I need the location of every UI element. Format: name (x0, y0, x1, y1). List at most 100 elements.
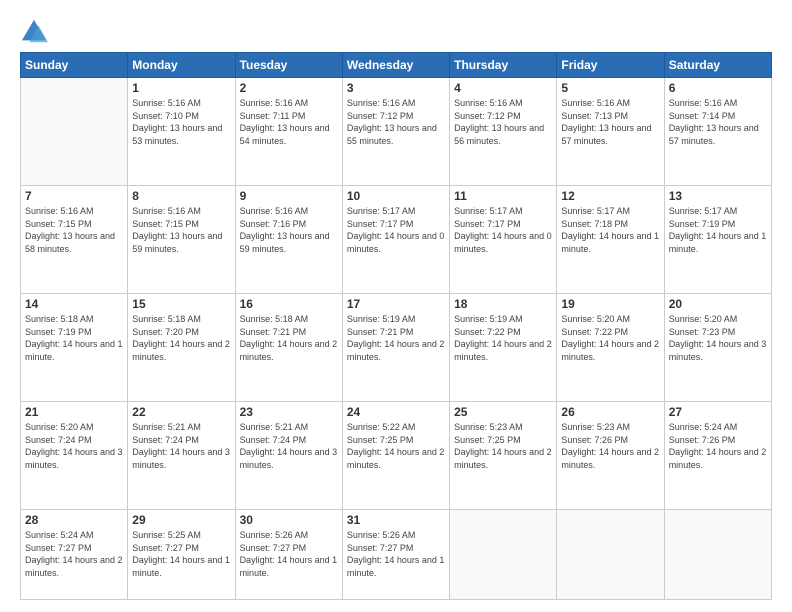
day-number: 21 (25, 405, 123, 419)
day-number: 28 (25, 513, 123, 527)
day-info: Sunrise: 5:16 AMSunset: 7:14 PMDaylight:… (669, 97, 767, 147)
calendar-cell: 24 Sunrise: 5:22 AMSunset: 7:25 PMDayligh… (342, 402, 449, 510)
calendar-cell: 16 Sunrise: 5:18 AMSunset: 7:21 PMDayligh… (235, 294, 342, 402)
day-number: 25 (454, 405, 552, 419)
day-info: Sunrise: 5:16 AMSunset: 7:12 PMDaylight:… (454, 97, 552, 147)
day-number: 16 (240, 297, 338, 311)
day-number: 6 (669, 81, 767, 95)
calendar-cell: 31Sunrise: 5:26 AMSunset: 7:27 PMDayligh… (342, 510, 449, 600)
calendar-cell: 11 Sunrise: 5:17 AMSunset: 7:17 PMDayligh… (450, 186, 557, 294)
calendar-cell: 17 Sunrise: 5:19 AMSunset: 7:21 PMDayligh… (342, 294, 449, 402)
weekday-header-saturday: Saturday (664, 53, 771, 78)
day-info: Sunrise: 5:24 AMSunset: 7:27 PMDaylight:… (25, 529, 123, 579)
day-number: 14 (25, 297, 123, 311)
calendar-cell: 12Sunrise: 5:17 AMSunset: 7:18 PMDayligh… (557, 186, 664, 294)
day-info: Sunrise: 5:19 AMSunset: 7:22 PMDaylight:… (454, 313, 552, 363)
day-number: 1 (132, 81, 230, 95)
day-number: 27 (669, 405, 767, 419)
week-row-3: 21 Sunrise: 5:20 AMSunset: 7:24 PMDayligh… (21, 402, 772, 510)
day-info: Sunrise: 5:16 AMSunset: 7:16 PMDaylight:… (240, 205, 338, 255)
calendar-cell: 30 Sunrise: 5:26 AMSunset: 7:27 PMDayligh… (235, 510, 342, 600)
day-info: Sunrise: 5:20 AMSunset: 7:24 PMDaylight:… (25, 421, 123, 471)
logo (20, 18, 52, 46)
day-number: 8 (132, 189, 230, 203)
day-info: Sunrise: 5:16 AMSunset: 7:15 PMDaylight:… (132, 205, 230, 255)
day-number: 24 (347, 405, 445, 419)
day-number: 30 (240, 513, 338, 527)
day-number: 2 (240, 81, 338, 95)
calendar-cell (450, 510, 557, 600)
day-info: Sunrise: 5:17 AMSunset: 7:19 PMDaylight:… (669, 205, 767, 255)
calendar-cell: 2Sunrise: 5:16 AMSunset: 7:11 PMDaylight… (235, 78, 342, 186)
day-info: Sunrise: 5:21 AMSunset: 7:24 PMDaylight:… (132, 421, 230, 471)
calendar-cell: 21 Sunrise: 5:20 AMSunset: 7:24 PMDayligh… (21, 402, 128, 510)
logo-icon (20, 18, 48, 46)
calendar-cell: 1 Sunrise: 5:16 AMSunset: 7:10 PMDaylight… (128, 78, 235, 186)
day-number: 19 (561, 297, 659, 311)
day-number: 17 (347, 297, 445, 311)
day-number: 20 (669, 297, 767, 311)
day-info: Sunrise: 5:16 AMSunset: 7:10 PMDaylight:… (132, 97, 230, 147)
calendar-cell: 9Sunrise: 5:16 AMSunset: 7:16 PMDaylight… (235, 186, 342, 294)
day-info: Sunrise: 5:19 AMSunset: 7:21 PMDaylight:… (347, 313, 445, 363)
day-number: 13 (669, 189, 767, 203)
calendar-cell: 26 Sunrise: 5:23 AMSunset: 7:26 PMDayligh… (557, 402, 664, 510)
calendar-cell: 6 Sunrise: 5:16 AMSunset: 7:14 PMDaylight… (664, 78, 771, 186)
day-info: Sunrise: 5:26 AMSunset: 7:27 PMDaylight:… (347, 529, 445, 579)
calendar-table: SundayMondayTuesdayWednesdayThursdayFrid… (20, 52, 772, 600)
calendar-cell: 3 Sunrise: 5:16 AMSunset: 7:12 PMDaylight… (342, 78, 449, 186)
day-info: Sunrise: 5:16 AMSunset: 7:12 PMDaylight:… (347, 97, 445, 147)
calendar-page: SundayMondayTuesdayWednesdayThursdayFrid… (0, 0, 792, 612)
day-info: Sunrise: 5:18 AMSunset: 7:20 PMDaylight:… (132, 313, 230, 363)
day-info: Sunrise: 5:20 AMSunset: 7:23 PMDaylight:… (669, 313, 767, 363)
day-info: Sunrise: 5:16 AMSunset: 7:13 PMDaylight:… (561, 97, 659, 147)
day-info: Sunrise: 5:22 AMSunset: 7:25 PMDaylight:… (347, 421, 445, 471)
day-info: Sunrise: 5:17 AMSunset: 7:17 PMDaylight:… (454, 205, 552, 255)
calendar-cell: 23Sunrise: 5:21 AMSunset: 7:24 PMDayligh… (235, 402, 342, 510)
calendar-cell: 5 Sunrise: 5:16 AMSunset: 7:13 PMDaylight… (557, 78, 664, 186)
calendar-cell: 8 Sunrise: 5:16 AMSunset: 7:15 PMDaylight… (128, 186, 235, 294)
weekday-header-monday: Monday (128, 53, 235, 78)
day-number: 12 (561, 189, 659, 203)
day-info: Sunrise: 5:18 AMSunset: 7:21 PMDaylight:… (240, 313, 338, 363)
calendar-cell: 15Sunrise: 5:18 AMSunset: 7:20 PMDayligh… (128, 294, 235, 402)
day-number: 29 (132, 513, 230, 527)
calendar-cell: 25 Sunrise: 5:23 AMSunset: 7:25 PMDayligh… (450, 402, 557, 510)
day-info: Sunrise: 5:20 AMSunset: 7:22 PMDaylight:… (561, 313, 659, 363)
week-row-4: 28 Sunrise: 5:24 AMSunset: 7:27 PMDayligh… (21, 510, 772, 600)
calendar-cell: 13 Sunrise: 5:17 AMSunset: 7:19 PMDayligh… (664, 186, 771, 294)
day-number: 26 (561, 405, 659, 419)
calendar-cell: 7 Sunrise: 5:16 AMSunset: 7:15 PMDaylight… (21, 186, 128, 294)
weekday-header-wednesday: Wednesday (342, 53, 449, 78)
weekday-header-tuesday: Tuesday (235, 53, 342, 78)
calendar-cell: 28 Sunrise: 5:24 AMSunset: 7:27 PMDayligh… (21, 510, 128, 600)
day-number: 22 (132, 405, 230, 419)
weekday-header-row: SundayMondayTuesdayWednesdayThursdayFrid… (21, 53, 772, 78)
day-info: Sunrise: 5:25 AMSunset: 7:27 PMDaylight:… (132, 529, 230, 579)
day-info: Sunrise: 5:16 AMSunset: 7:15 PMDaylight:… (25, 205, 123, 255)
calendar-cell (664, 510, 771, 600)
day-info: Sunrise: 5:18 AMSunset: 7:19 PMDaylight:… (25, 313, 123, 363)
day-number: 23 (240, 405, 338, 419)
calendar-cell: 29 Sunrise: 5:25 AMSunset: 7:27 PMDayligh… (128, 510, 235, 600)
calendar-cell (21, 78, 128, 186)
calendar-cell: 19 Sunrise: 5:20 AMSunset: 7:22 PMDayligh… (557, 294, 664, 402)
day-number: 11 (454, 189, 552, 203)
day-number: 3 (347, 81, 445, 95)
day-number: 7 (25, 189, 123, 203)
day-info: Sunrise: 5:23 AMSunset: 7:25 PMDaylight:… (454, 421, 552, 471)
calendar-cell: 20 Sunrise: 5:20 AMSunset: 7:23 PMDayligh… (664, 294, 771, 402)
day-info: Sunrise: 5:17 AMSunset: 7:17 PMDaylight:… (347, 205, 445, 255)
weekday-header-thursday: Thursday (450, 53, 557, 78)
calendar-cell: 18Sunrise: 5:19 AMSunset: 7:22 PMDayligh… (450, 294, 557, 402)
calendar-cell: 14 Sunrise: 5:18 AMSunset: 7:19 PMDayligh… (21, 294, 128, 402)
week-row-0: 1 Sunrise: 5:16 AMSunset: 7:10 PMDaylight… (21, 78, 772, 186)
day-number: 5 (561, 81, 659, 95)
day-info: Sunrise: 5:26 AMSunset: 7:27 PMDaylight:… (240, 529, 338, 579)
header (20, 18, 772, 46)
week-row-2: 14 Sunrise: 5:18 AMSunset: 7:19 PMDayligh… (21, 294, 772, 402)
calendar-cell: 10Sunrise: 5:17 AMSunset: 7:17 PMDayligh… (342, 186, 449, 294)
calendar-cell: 4Sunrise: 5:16 AMSunset: 7:12 PMDaylight… (450, 78, 557, 186)
day-info: Sunrise: 5:23 AMSunset: 7:26 PMDaylight:… (561, 421, 659, 471)
week-row-1: 7 Sunrise: 5:16 AMSunset: 7:15 PMDaylight… (21, 186, 772, 294)
